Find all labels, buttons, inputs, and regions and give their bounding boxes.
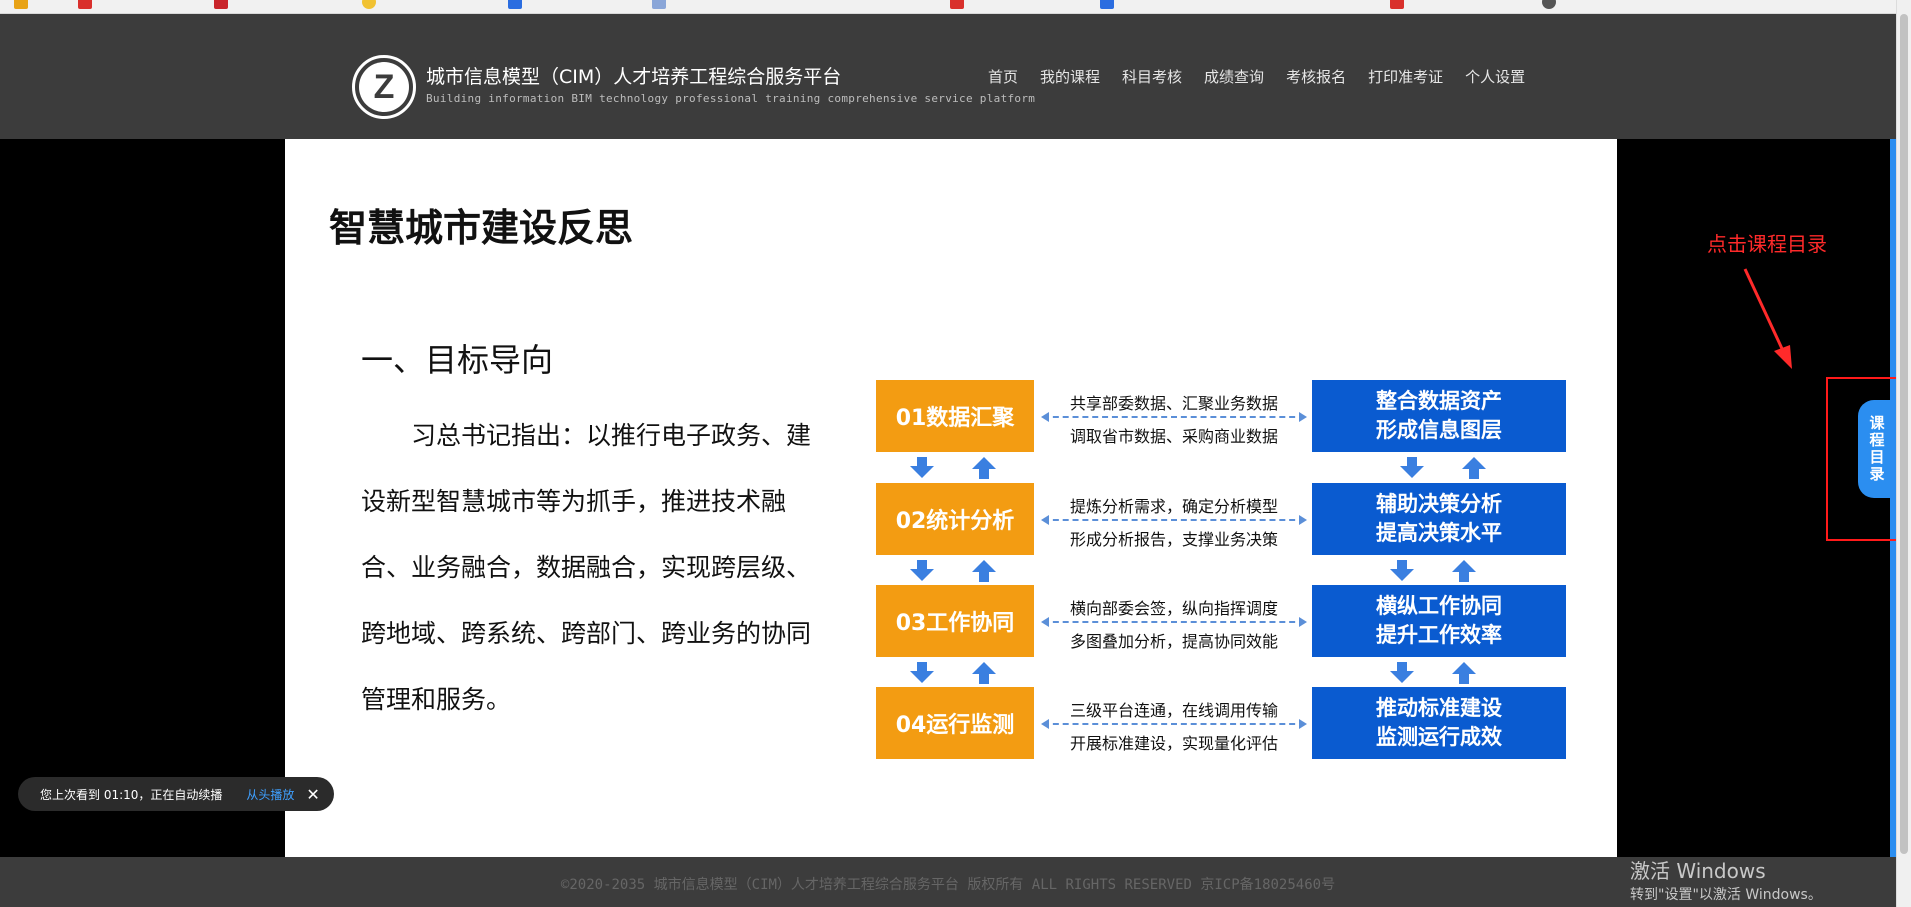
slide-section: 一、目标导向 bbox=[361, 341, 554, 379]
double-arrow-icon bbox=[1041, 412, 1307, 422]
course-catalog-tab[interactable]: 课程目录 bbox=[1858, 400, 1896, 498]
flow-result-box: 推动标准建设 监测运行成效 bbox=[1312, 687, 1566, 759]
arrow-up-icon bbox=[1461, 457, 1487, 479]
video-player[interactable]: 智慧城市建设反思 一、目标导向 习总书记指出：以推行电子政务、建设新型智慧城市等… bbox=[0, 139, 1896, 857]
flow-result-line: 监测运行成效 bbox=[1376, 725, 1502, 749]
video-slide: 智慧城市建设反思 一、目标导向 习总书记指出：以推行电子政务、建设新型智慧城市等… bbox=[285, 139, 1617, 857]
site-header: Z 城市信息模型（CIM）人才培养工程综合服务平台 Building infor… bbox=[0, 14, 1896, 139]
arrow-up-icon bbox=[971, 457, 997, 479]
resume-text: 您上次看到 01:10，正在自动续播 bbox=[40, 787, 223, 802]
flow-step-label: 02统计分析 bbox=[876, 483, 1034, 555]
bookmark-item[interactable] bbox=[508, 0, 522, 10]
footer-copyright: ©2020-2035 城市信息模型（CIM）人才培养工程综合服务平台 版权所有 … bbox=[560, 877, 1336, 893]
nav-exam-registration[interactable]: 考核报名 bbox=[1286, 66, 1346, 87]
flow-result-line: 整合数据资产 bbox=[1376, 389, 1502, 413]
nav-personal-settings[interactable]: 个人设置 bbox=[1465, 66, 1525, 87]
flow-connector-text: 形成分析报告，支撑业务决策 bbox=[1069, 530, 1278, 549]
flow-result-line: 形成信息图层 bbox=[1376, 418, 1502, 442]
annotation-arrow-icon bbox=[1743, 268, 1792, 369]
flow-step-label: 03工作协同 bbox=[876, 585, 1034, 657]
bookmarks-bar bbox=[0, 0, 1911, 14]
page-scrollbar[interactable] bbox=[1896, 0, 1911, 907]
slide-paragraph-text: 习总书记指出：以推行电子政务、建设新型智慧城市等为抓手，推进技术融合、业务融合，… bbox=[361, 421, 812, 714]
arrow-down-icon bbox=[1399, 457, 1425, 479]
nav-print-admission[interactable]: 打印准考证 bbox=[1368, 66, 1443, 87]
flow-result-box: 整合数据资产 形成信息图层 bbox=[1312, 380, 1566, 452]
arrow-up-icon bbox=[971, 662, 997, 684]
flow-connector-text: 横向部委会签，纵向指挥调度 bbox=[1069, 599, 1278, 618]
arrow-down-icon bbox=[909, 662, 935, 684]
flow-connector: 三级平台连通，在线调用传输 开展标准建设，实现量化评估 bbox=[1041, 687, 1307, 759]
slide-title: 智慧城市建设反思 bbox=[329, 206, 634, 250]
arrow-up-icon bbox=[1451, 662, 1477, 684]
bookmark-favicon-icon bbox=[1100, 0, 1114, 9]
flow-result-line: 提高决策水平 bbox=[1376, 521, 1502, 545]
flow-result-box: 横纵工作协同 提升工作效率 bbox=[1312, 585, 1566, 657]
flow-connector: 共享部委数据、汇聚业务数据 调取省市数据、采购商业数据 bbox=[1041, 380, 1307, 452]
site-footer: ©2020-2035 城市信息模型（CIM）人才培养工程综合服务平台 版权所有 … bbox=[0, 857, 1896, 907]
arrow-down-icon bbox=[909, 560, 935, 582]
bookmark-favicon-icon bbox=[78, 0, 92, 9]
bookmark-favicon-icon bbox=[1390, 0, 1404, 9]
flow-result-line: 推动标准建设 bbox=[1376, 696, 1502, 720]
bookmark-item[interactable] bbox=[1542, 0, 1556, 10]
double-arrow-icon bbox=[1041, 719, 1307, 729]
nav-home[interactable]: 首页 bbox=[988, 66, 1018, 87]
flow-connector-text: 开展标准建设，实现量化评估 bbox=[1069, 734, 1278, 753]
flow-result-line: 横纵工作协同 bbox=[1376, 594, 1502, 618]
arrow-down-icon bbox=[1389, 560, 1415, 582]
bookmark-item[interactable] bbox=[362, 0, 376, 10]
flow-connector: 提炼分析需求，确定分析模型 形成分析报告，支撑业务决策 bbox=[1041, 483, 1307, 555]
arrow-up-icon bbox=[971, 560, 997, 582]
resume-playback-toast: 您上次看到 01:10，正在自动续播 从头播放 ✕ bbox=[18, 777, 334, 811]
flow-connector-text: 三级平台连通，在线调用传输 bbox=[1069, 701, 1278, 720]
bookmark-favicon-icon bbox=[652, 0, 666, 9]
flow-step-label: 04运行监测 bbox=[876, 687, 1034, 759]
bookmark-item[interactable] bbox=[1100, 0, 1114, 10]
scrollbar-thumb[interactable] bbox=[1900, 14, 1908, 854]
arrow-down-icon bbox=[909, 457, 935, 479]
double-arrow-icon bbox=[1041, 515, 1307, 525]
flow-step-label: 01数据汇聚 bbox=[876, 380, 1034, 452]
flow-connector-text: 调取省市数据、采购商业数据 bbox=[1069, 427, 1278, 446]
bookmark-item[interactable] bbox=[214, 0, 228, 10]
annotation-label: 点击课程目录 bbox=[1707, 232, 1827, 256]
bookmark-favicon-icon bbox=[14, 0, 28, 9]
bookmark-favicon-icon bbox=[362, 0, 376, 9]
bookmark-favicon-icon bbox=[1542, 0, 1556, 9]
flow-result-line: 辅助决策分析 bbox=[1376, 492, 1502, 516]
site-logo[interactable]: Z bbox=[352, 55, 416, 119]
arrow-down-icon bbox=[1389, 662, 1415, 684]
bookmark-item[interactable] bbox=[950, 0, 964, 10]
site-subtitle: Building information BIM technology prof… bbox=[426, 92, 1036, 105]
arrow-up-icon bbox=[1451, 560, 1477, 582]
logo-letter: Z bbox=[359, 62, 409, 112]
main-nav: 首页 我的课程 科目考核 成绩查询 考核报名 打印准考证 个人设置 bbox=[988, 66, 1525, 87]
bookmark-item[interactable] bbox=[14, 0, 28, 10]
flow-connector-text: 提炼分析需求，确定分析模型 bbox=[1069, 497, 1278, 516]
flow-connector-text: 共享部委数据、汇聚业务数据 bbox=[1069, 394, 1278, 413]
nav-my-courses[interactable]: 我的课程 bbox=[1040, 66, 1100, 87]
windows-activation-watermark: 激活 Windows bbox=[1630, 859, 1766, 883]
nav-subject-exam[interactable]: 科目考核 bbox=[1122, 66, 1182, 87]
double-arrow-icon bbox=[1041, 617, 1307, 627]
bookmark-item[interactable] bbox=[1390, 0, 1404, 10]
flow-result-line: 提升工作效率 bbox=[1376, 623, 1502, 647]
slide-paragraph: 习总书记指出：以推行电子政务、建设新型智慧城市等为抓手，推进技术融合、业务融合，… bbox=[361, 403, 831, 733]
close-icon[interactable]: ✕ bbox=[306, 785, 319, 804]
site-title: 城市信息模型（CIM）人才培养工程综合服务平台 bbox=[426, 66, 842, 88]
flow-connector-text: 多图叠加分析，提高协同效能 bbox=[1069, 632, 1278, 651]
flow-result-box: 辅助决策分析 提高决策水平 bbox=[1312, 483, 1566, 555]
windows-activation-hint: 转到"设置"以激活 Windows。 bbox=[1630, 887, 1822, 903]
nav-score-query[interactable]: 成绩查询 bbox=[1204, 66, 1264, 87]
bookmark-favicon-icon bbox=[508, 0, 522, 9]
bookmark-item[interactable] bbox=[78, 0, 92, 10]
bookmark-favicon-icon bbox=[214, 0, 228, 9]
flow-connector: 横向部委会签，纵向指挥调度 多图叠加分析，提高协同效能 bbox=[1041, 585, 1307, 657]
bookmark-favicon-icon bbox=[950, 0, 964, 9]
browser-viewport: Z 城市信息模型（CIM）人才培养工程综合服务平台 Building infor… bbox=[0, 0, 1911, 907]
bookmark-item[interactable] bbox=[652, 0, 666, 10]
replay-from-start-button[interactable]: 从头播放 bbox=[246, 786, 294, 803]
